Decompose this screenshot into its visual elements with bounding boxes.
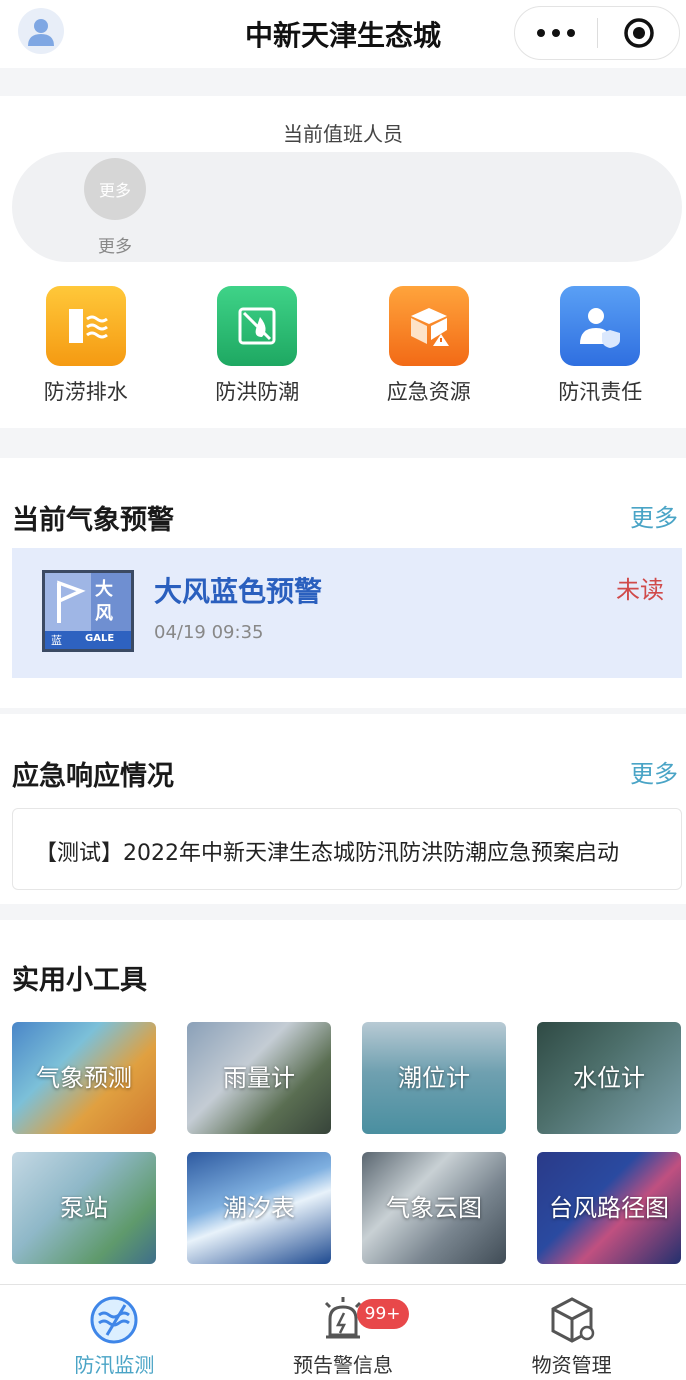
tool-label: 潮位计 <box>398 1064 470 1092</box>
badge-en-text: GALE <box>85 633 115 644</box>
tab-label-warning-info: 预告警信息 <box>293 1353 393 1377</box>
warning-card[interactable]: 大 风 蓝 GALE 大风蓝色预警 04/19 09:35 未读 <box>12 548 682 678</box>
response-item[interactable]: 【测试】2022年中新天津生态城防汛防洪防潮应急预案启动 <box>12 808 682 890</box>
unread-count-badge: 99+ <box>356 1299 409 1329</box>
tab-materials[interactable]: 物资管理 <box>457 1285 686 1380</box>
tool-label: 泵站 <box>60 1194 108 1222</box>
flood-drain-icon <box>45 286 126 366</box>
miniprogram-capsule <box>514 6 680 60</box>
tool-label: 气象预测 <box>36 1064 132 1092</box>
warning-time: 04/19 09:35 <box>154 622 264 643</box>
gale-blue-warning-icon: 大 风 蓝 GALE <box>42 570 134 652</box>
quick-item-flood-drain[interactable]: 防涝排水 <box>0 286 172 406</box>
weather-warning-section: 当前气象预警 更多 大 风 蓝 GALE 大风蓝色预警 04/19 09:35 … <box>0 458 686 708</box>
quick-entry-row: 防涝排水 防洪防潮 应急资源 防汛责任 <box>0 286 686 406</box>
badge-char-mid: 风 <box>95 603 113 624</box>
tool-water-level[interactable]: 水位计 <box>537 1022 681 1134</box>
tool-weather-forecast[interactable]: 气象预测 <box>12 1022 156 1134</box>
quick-label-flood-tide: 防洪防潮 <box>215 380 300 404</box>
badge-char-top: 大 <box>95 579 113 600</box>
tools-section: 实用小工具 气象预测 雨量计 潮位计 水位计 泵站 潮汐表 气象云图 台风路径图 <box>0 920 686 1324</box>
quick-label-emergency-resource: 应急资源 <box>386 380 471 404</box>
response-item-text: 【测试】2022年中新天津生态城防汛防洪防潮应急预案启动 <box>35 841 619 866</box>
weather-section-title: 当前气象预警 <box>12 505 174 536</box>
duty-staff-list: 更多 更多 <box>12 152 682 262</box>
top-nav-bar: 中新天津生态城 <box>0 0 686 68</box>
duty-more-label[interactable]: 更多 <box>84 232 146 257</box>
duty-title: 当前值班人员 <box>283 122 403 146</box>
bottom-tab-bar: 防汛监测 99+ 预告警信息 物资管理 <box>0 1284 686 1380</box>
duty-panel: 当前值班人员 更多 更多 防涝排水 防洪防潮 应急资源 防汛责任 <box>0 96 686 428</box>
weather-more-link[interactable]: 更多 <box>630 498 678 533</box>
tools-section-title: 实用小工具 <box>12 965 147 996</box>
quick-item-flood-tide[interactable]: 防洪防潮 <box>172 286 344 406</box>
warning-title: 大风蓝色预警 <box>154 575 323 608</box>
close-target-icon[interactable] <box>598 16 679 50</box>
tool-typhoon-track[interactable]: 台风路径图 <box>537 1152 681 1264</box>
tool-label: 台风路径图 <box>549 1194 669 1222</box>
duty-more-avatar[interactable]: 更多 <box>84 158 146 220</box>
tab-flood-monitor[interactable]: 防汛监测 <box>0 1285 229 1380</box>
tool-label: 气象云图 <box>386 1194 482 1222</box>
flood-tide-icon <box>217 286 298 366</box>
materials-box-icon <box>546 1295 598 1345</box>
tab-label-materials: 物资管理 <box>531 1353 612 1377</box>
tool-label: 雨量计 <box>223 1064 295 1092</box>
badge-color-text: 蓝 <box>51 634 62 647</box>
response-more-link[interactable]: 更多 <box>630 754 678 789</box>
quick-label-responsibility: 防汛责任 <box>558 380 643 404</box>
tool-cloud-map[interactable]: 气象云图 <box>362 1152 506 1264</box>
tool-pump-station[interactable]: 泵站 <box>12 1152 156 1264</box>
tool-tide-table[interactable]: 潮汐表 <box>187 1152 331 1264</box>
warning-read-status: 未读 <box>616 576 664 604</box>
tool-label: 水位计 <box>573 1064 645 1092</box>
emergency-response-section: 应急响应情况 更多 【测试】2022年中新天津生态城防汛防洪防潮应急预案启动 <box>0 714 686 904</box>
quick-label-flood-drain: 防涝排水 <box>43 380 128 404</box>
tab-warning-info[interactable]: 99+ 预告警信息 <box>229 1285 458 1380</box>
emergency-box-icon <box>388 286 469 366</box>
tool-label: 潮汐表 <box>223 1194 295 1222</box>
quick-item-responsibility[interactable]: 防汛责任 <box>515 286 686 406</box>
radar-monitor-icon <box>88 1295 140 1345</box>
tool-tide-gauge[interactable]: 潮位计 <box>362 1022 506 1134</box>
more-menu-icon[interactable] <box>515 7 597 59</box>
tool-rain-gauge[interactable]: 雨量计 <box>187 1022 331 1134</box>
quick-item-emergency-resource[interactable]: 应急资源 <box>343 286 515 406</box>
tab-label-flood-monitor: 防汛监测 <box>74 1353 155 1377</box>
responsibility-user-icon <box>560 286 641 366</box>
response-section-title: 应急响应情况 <box>12 761 174 792</box>
